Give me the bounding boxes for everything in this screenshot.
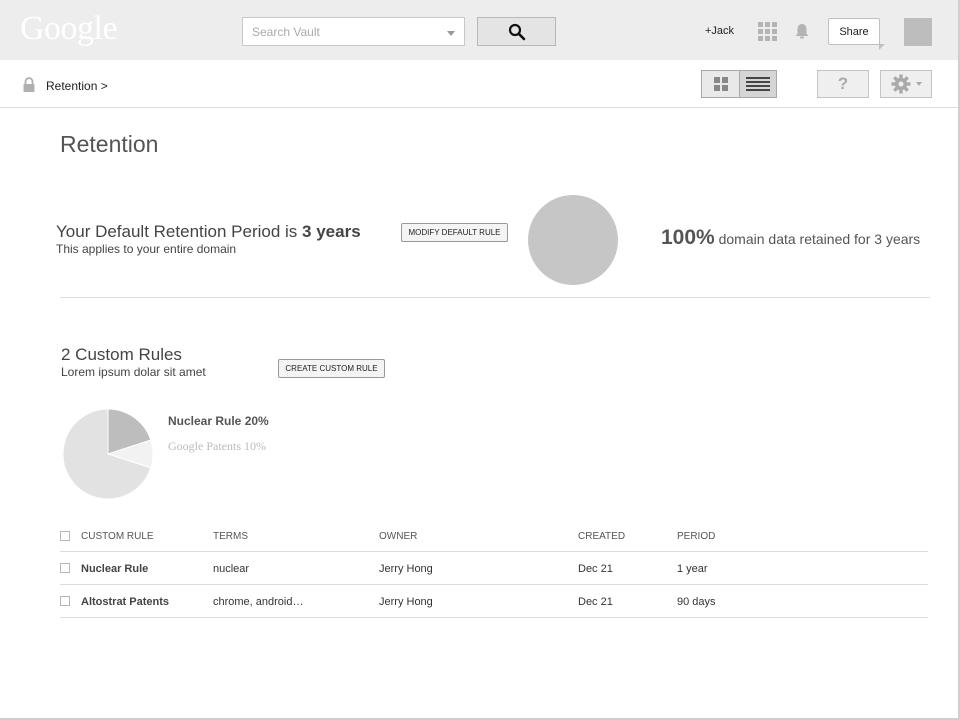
section-divider [60, 297, 930, 298]
retained-text: domain data retained for 3 years [714, 231, 921, 247]
search-input[interactable] [243, 18, 433, 45]
column-header-created[interactable]: CREATED [578, 531, 625, 542]
search-button[interactable] [477, 17, 556, 46]
rule-name[interactable]: Altostrat Patents [81, 596, 169, 608]
apps-grid-icon[interactable] [758, 22, 777, 41]
page-title: Retention [60, 131, 159, 157]
rule-period: 1 year [677, 563, 708, 575]
top-bar: Google +Jack Share [0, 0, 960, 60]
rule-created: Dec 21 [578, 563, 613, 575]
table-row[interactable]: Altostrat Patents chrome, android… Jerry… [60, 585, 928, 618]
default-retention-subtitle: This applies to your entire domain [56, 242, 237, 256]
rule-created: Dec 21 [578, 596, 613, 608]
grid-view-button[interactable] [702, 71, 739, 97]
column-header-owner[interactable]: OWNER [379, 531, 417, 542]
modify-default-rule-button[interactable]: MODIFY DEFAULT RULE [401, 223, 508, 242]
notifications-bell-icon[interactable] [793, 22, 811, 45]
avatar[interactable] [904, 18, 932, 46]
breadcrumb-bar: Retention > ? [0, 60, 960, 108]
column-header-custom-rule[interactable]: CUSTOM RULE [81, 531, 154, 542]
rule-owner: Jerry Hong [379, 563, 433, 575]
custom-rules-table: CUSTOM RULE TERMS OWNER CREATED PERIOD N… [60, 528, 928, 618]
custom-rules-heading: 2 Custom Rules [61, 345, 182, 364]
create-custom-rule-button[interactable]: CREATE CUSTOM RULE [278, 359, 385, 378]
custom-rules-pie-chart [62, 408, 154, 500]
default-retention-heading: Your Default Retention Period is 3 years [56, 222, 361, 242]
custom-rules-subtitle: Lorem ipsum dolar sit amet [61, 365, 206, 379]
share-button[interactable]: Share [828, 18, 885, 50]
user-profile-link[interactable]: +Jack [705, 25, 734, 37]
default-retention-period: 3 years [302, 222, 361, 241]
column-header-terms[interactable]: TERMS [213, 531, 248, 542]
view-toggle [701, 70, 777, 98]
rule-terms: chrome, android… [213, 596, 304, 608]
gear-icon [891, 74, 910, 94]
rule-name[interactable]: Nuclear Rule [81, 563, 148, 575]
chevron-down-icon[interactable] [447, 31, 455, 36]
chevron-down-icon [915, 82, 922, 86]
default-retention-heading-prefix: Your Default Retention Period is [56, 222, 303, 241]
column-header-period[interactable]: PERIOD [677, 531, 715, 542]
list-view-icon [746, 77, 770, 91]
search-box[interactable] [242, 17, 465, 46]
row-checkbox[interactable] [60, 596, 70, 606]
retained-percent: 100% [661, 226, 715, 249]
legend-nuclear-rule: Nuclear Rule 20% [168, 414, 269, 428]
rule-period: 90 days [677, 596, 716, 608]
row-checkbox[interactable] [60, 563, 70, 573]
retained-summary: 100% domain data retained for 3 years [661, 226, 920, 250]
select-all-checkbox[interactable] [60, 531, 70, 541]
search-icon [508, 23, 525, 40]
grid-view-icon [713, 77, 728, 91]
help-button[interactable]: ? [817, 70, 869, 98]
default-retention-circle [528, 195, 618, 285]
table-header: CUSTOM RULE TERMS OWNER CREATED PERIOD [60, 528, 928, 552]
rule-owner: Jerry Hong [379, 596, 433, 608]
rule-terms: nuclear [213, 563, 250, 575]
legend-google-patents: Google Patents 10% [168, 439, 266, 453]
settings-button[interactable] [880, 70, 932, 98]
breadcrumb[interactable]: Retention > [46, 79, 108, 93]
lock-icon [22, 77, 36, 98]
list-view-button[interactable] [739, 71, 776, 97]
google-logo[interactable]: Google [20, 10, 118, 48]
table-row[interactable]: Nuclear Rule nuclear Jerry Hong Dec 21 1… [60, 552, 928, 585]
